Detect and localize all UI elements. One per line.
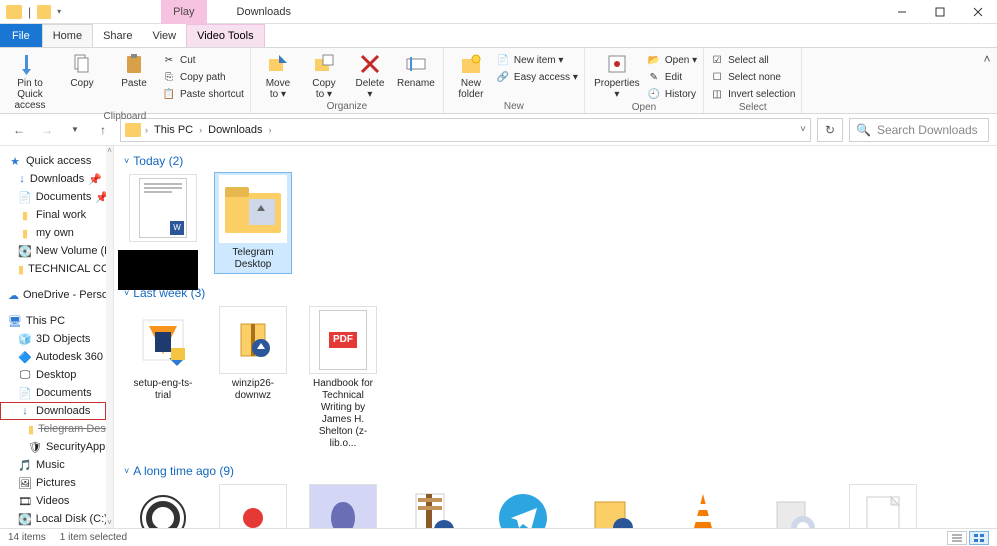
select-group-label: Select — [710, 102, 795, 114]
new-folder-button[interactable]: New folder — [450, 50, 492, 100]
window-title: Downloads — [237, 6, 291, 18]
cut-button[interactable]: ✂Cut — [162, 52, 244, 68]
tree-pictures[interactable]: 🖼Pictures — [0, 474, 106, 492]
file-item-setup-eng[interactable]: setup-eng-ts-trial — [124, 304, 202, 404]
tab-video-tools[interactable]: Video Tools — [186, 24, 264, 47]
maximize-button[interactable] — [921, 0, 959, 24]
file-item-openshot[interactable] — [124, 482, 202, 528]
select-all-button[interactable]: ☑Select all — [710, 52, 795, 68]
search-placeholder: Search Downloads — [877, 123, 978, 137]
group-header-lastweek[interactable]: ˅Last week (3) — [124, 284, 987, 304]
tree-securityappliance[interactable]: 🛡SecurityAppliar — [0, 438, 106, 456]
close-button[interactable] — [959, 0, 997, 24]
tree-finalwork[interactable]: ▮Final work — [0, 206, 106, 224]
move-to-button[interactable]: Move to ▾ — [257, 50, 299, 100]
copy-path-button[interactable]: ⎘Copy path — [162, 69, 244, 85]
easy-access-button[interactable]: 🔗Easy access ▾ — [496, 69, 578, 85]
refresh-button[interactable]: ↻ — [817, 118, 843, 142]
qat-dropdown[interactable]: ▾ — [57, 7, 61, 16]
tree-3dobjects[interactable]: 🧊3D Objects — [0, 330, 106, 348]
tree-onedrive[interactable]: ☁OneDrive - Persor — [0, 286, 106, 304]
copy-button[interactable]: Copy — [58, 50, 106, 89]
properties-button[interactable]: Properties ▾ — [591, 50, 643, 100]
delete-button[interactable]: Delete ▾ — [349, 50, 391, 100]
folder-icon — [6, 5, 22, 19]
breadcrumb-thispc[interactable]: This PC — [152, 124, 195, 136]
tree-downloads-selected[interactable]: ↓Downloads — [0, 402, 106, 420]
crumb-sep: › — [199, 125, 202, 135]
view-icons-button[interactable] — [969, 531, 989, 545]
file-item-word-doc[interactable]: W — [124, 172, 202, 259]
tree-videos[interactable]: 🎞Videos — [0, 492, 106, 510]
tree-music[interactable]: 🎵Music — [0, 456, 106, 474]
file-label: Handbook for Technical Writing by James … — [306, 378, 380, 450]
new-group-label: New — [450, 101, 578, 113]
crumb-sep: › — [145, 125, 148, 135]
invert-selection-button[interactable]: ◫Invert selection — [710, 86, 795, 102]
tab-home[interactable]: Home — [42, 24, 93, 47]
copy-to-button[interactable]: Copy to ▾ — [303, 50, 345, 100]
search-icon: 🔍 — [856, 123, 871, 137]
tab-file[interactable]: File — [0, 24, 42, 47]
file-item-screenrec[interactable] — [214, 482, 292, 528]
crumb-sep: › — [269, 125, 272, 135]
clipboard-group-label: Clipboard — [6, 111, 244, 123]
tree-technical[interactable]: ▮TECHNICAL COI — [0, 260, 106, 278]
group-header-longtime[interactable]: ˅A long time ago (9) — [124, 462, 987, 482]
open-group-label: Open — [591, 102, 697, 114]
history-button[interactable]: 🕘History — [647, 86, 697, 102]
rename-button[interactable]: Rename — [395, 50, 437, 89]
file-item-chromesetup[interactable] — [754, 482, 832, 528]
status-selected: 1 item selected — [60, 532, 127, 543]
tree-quick-access[interactable]: ★Quick access — [0, 152, 106, 170]
file-label: Telegram Desktop — [217, 247, 289, 271]
collapse-ribbon-button[interactable]: ˄ — [977, 48, 997, 113]
paste-shortcut-button[interactable]: 📋Paste shortcut — [162, 86, 244, 102]
tree-thispc[interactable]: 🖥This PC — [0, 312, 106, 330]
contextual-tab-play[interactable]: Play — [161, 0, 206, 24]
file-item-vlc[interactable] — [664, 482, 742, 528]
select-none-button[interactable]: ☐Select none — [710, 69, 795, 85]
edit-button[interactable]: ✎Edit — [647, 69, 697, 85]
tree-desktop[interactable]: 🖵Desktop — [0, 366, 106, 384]
file-label: winzip26-downwz — [216, 378, 290, 402]
tree-telegram-desktop[interactable]: ▮Telegram Desk — [0, 420, 106, 438]
file-item-download-img[interactable] — [304, 482, 382, 528]
view-details-button[interactable] — [947, 531, 967, 545]
status-item-count: 14 items — [8, 532, 46, 543]
breadcrumb-downloads[interactable]: Downloads — [206, 124, 264, 136]
tree-documents2[interactable]: 📄Documents — [0, 384, 106, 402]
tree-myown[interactable]: ▮my own — [0, 224, 106, 242]
sidebar-scrollbar[interactable]: ˄ ˅ — [106, 146, 113, 528]
file-item-generic[interactable] — [844, 482, 922, 528]
titlebar-pipe: | — [26, 5, 33, 19]
redaction-overlay — [118, 250, 198, 290]
tab-view[interactable]: View — [142, 24, 186, 47]
new-item-button[interactable]: 📄New item ▾ — [496, 52, 578, 68]
quick-access-icon[interactable] — [37, 5, 51, 19]
search-input[interactable]: 🔍 Search Downloads — [849, 118, 989, 142]
file-item-security-appliance[interactable] — [394, 482, 472, 528]
open-button[interactable]: 📂Open ▾ — [647, 52, 697, 68]
file-item-handbook-pdf[interactable]: PDF Handbook for Technical Writing by Ja… — [304, 304, 382, 452]
file-item-winzip24[interactable] — [574, 482, 652, 528]
tree-documents[interactable]: 📄Documents📌 — [0, 188, 106, 206]
pin-quick-access-button[interactable]: Pin to Quick access — [6, 50, 54, 111]
address-dropdown[interactable]: ˅ — [800, 124, 806, 135]
tree-localdisk[interactable]: 💽Local Disk (C:) — [0, 510, 106, 528]
file-label: setup-eng-ts-trial — [126, 378, 200, 402]
minimize-button[interactable] — [883, 0, 921, 24]
group-header-today[interactable]: ˅Today (2) — [124, 152, 987, 172]
tree-autodesk[interactable]: 🔷Autodesk 360 — [0, 348, 106, 366]
file-item-winzip[interactable]: winzip26-downwz — [214, 304, 292, 404]
address-folder-icon — [125, 123, 141, 137]
tree-newvolume[interactable]: 💽New Volume (D: — [0, 242, 106, 260]
file-item-telegram-folder[interactable]: Telegram Desktop — [214, 172, 292, 274]
tab-share[interactable]: Share — [93, 24, 142, 47]
paste-button[interactable]: Paste — [110, 50, 158, 89]
tree-downloads[interactable]: ↓Downloads📌 — [0, 170, 106, 188]
file-item-tsetup[interactable] — [484, 482, 562, 528]
organize-group-label: Organize — [257, 101, 437, 113]
